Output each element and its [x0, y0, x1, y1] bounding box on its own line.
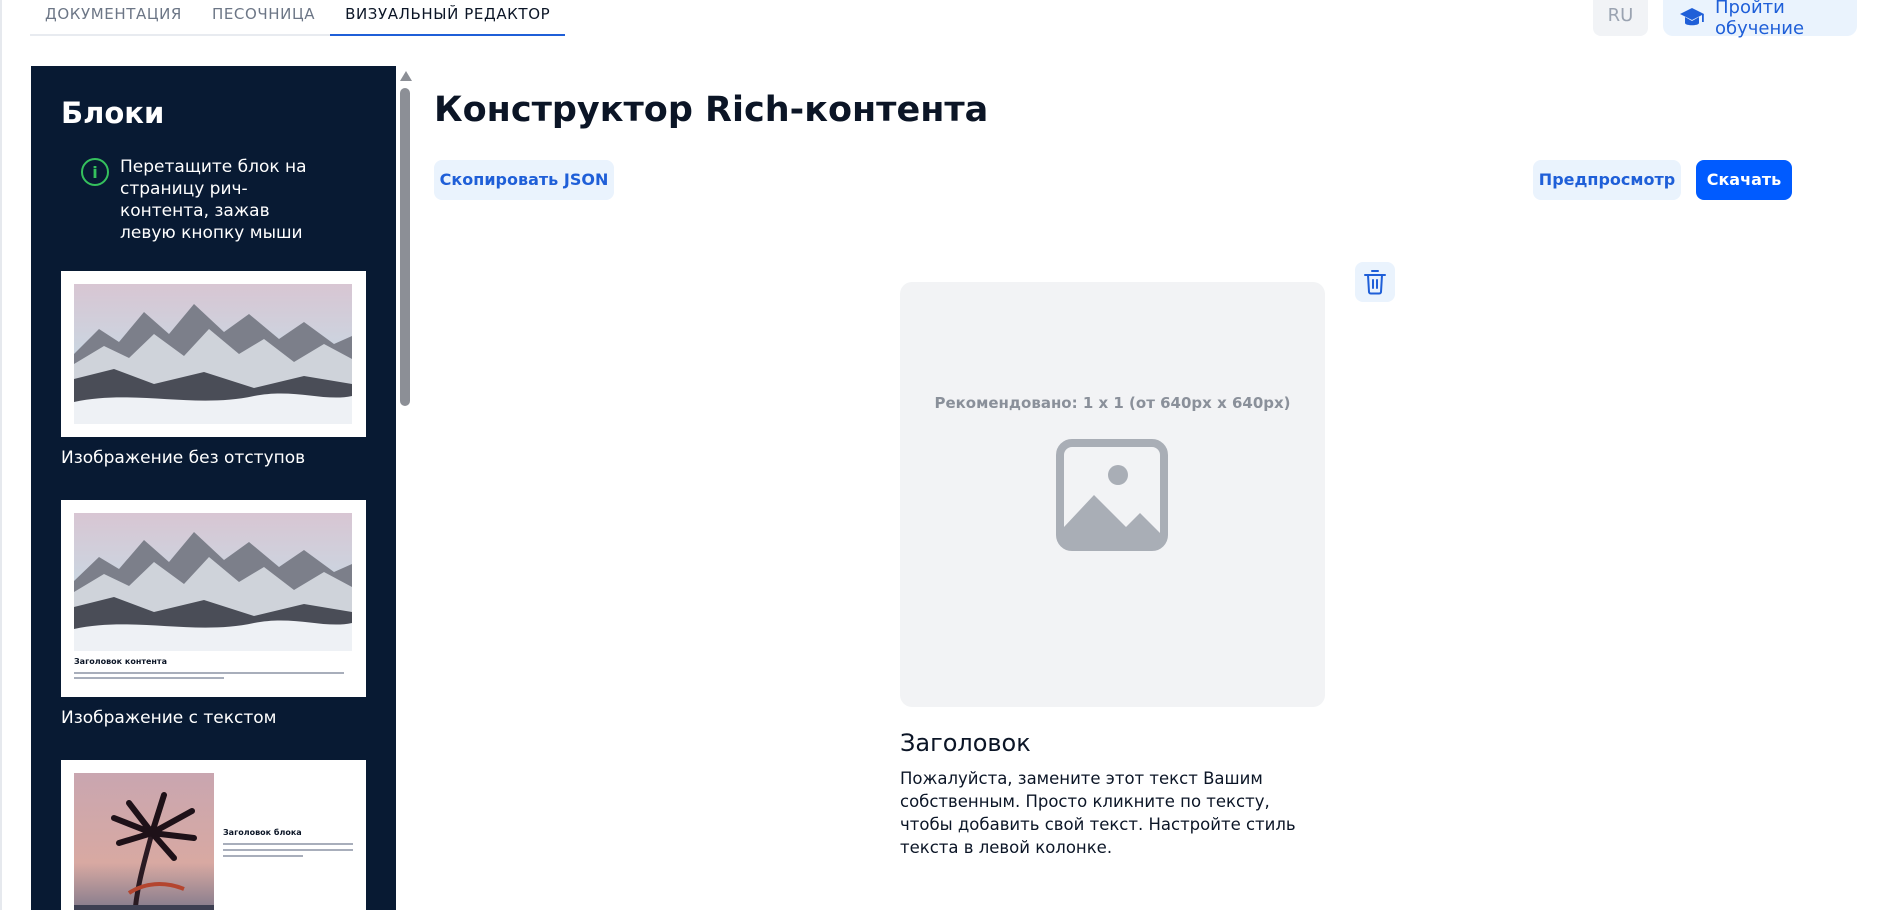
preview-block-title: Заголовок блока: [223, 828, 302, 837]
block-card-image-left-text-right[interactable]: Заголовок блока: [61, 760, 366, 910]
image-placeholder[interactable]: Рекомендовано: 1 x 1 (от 640px x 640px): [900, 282, 1325, 707]
block-body-text[interactable]: Пожалуйста, замените этот текст Вашим со…: [900, 767, 1300, 859]
tab-visual-editor[interactable]: ВИЗУАЛЬНЫЙ РЕДАКТОР: [330, 0, 566, 36]
mountain-preview-image: [74, 284, 352, 424]
left-divider: [0, 0, 2, 910]
language-switch[interactable]: RU: [1593, 0, 1648, 36]
preview-text-line: [74, 677, 224, 679]
blocks-sidebar: Блоки i Перетащите блок на страницу рич-…: [31, 66, 396, 910]
learn-button[interactable]: Пройти обучение: [1663, 0, 1857, 39]
scrollbar-thumb[interactable]: [400, 88, 410, 406]
tab-documentation[interactable]: ДОКУМЕНТАЦИЯ: [30, 0, 197, 34]
trash-icon: [1364, 270, 1386, 295]
app-page: ДОКУМЕНТАЦИЯ ПЕСОЧНИЦА ВИЗУАЛЬНЫЙ РЕДАКТ…: [0, 0, 1894, 910]
mountain-preview-image: [74, 513, 352, 651]
preview-button[interactable]: Предпросмотр: [1533, 160, 1681, 200]
image-recommendation-text: Рекомендовано: 1 x 1 (от 640px x 640px): [934, 394, 1291, 412]
graduation-cap-icon: [1680, 8, 1704, 26]
download-button[interactable]: Скачать: [1696, 160, 1792, 200]
preview-content-title: Заголовок контента: [74, 657, 167, 666]
block-card-image-with-text[interactable]: Заголовок контента: [61, 500, 366, 697]
block-label-image-with-text: Изображение с текстом: [61, 708, 277, 728]
preview-text-line: [223, 843, 353, 845]
page-title: Конструктор Rich-контента: [434, 90, 989, 130]
top-tabs: ДОКУМЕНТАЦИЯ ПЕСОЧНИЦА ВИЗУАЛЬНЫЙ РЕДАКТ…: [30, 0, 566, 36]
tab-sandbox[interactable]: ПЕСОЧНИЦА: [197, 0, 330, 34]
palm-preview-image: [74, 773, 214, 910]
block-heading[interactable]: Заголовок: [900, 729, 1031, 757]
sidebar-hint-text: Перетащите блок на страницу рич-контента…: [120, 157, 307, 243]
block-label-image-no-padding: Изображение без отступов: [61, 448, 306, 468]
sidebar-hint: i Перетащите блок на страницу рич-контен…: [81, 156, 325, 244]
delete-block-button[interactable]: [1355, 262, 1395, 302]
sidebar-title: Блоки: [61, 96, 165, 130]
image-placeholder-icon: [1056, 439, 1168, 551]
sidebar-scrollbar[interactable]: [398, 66, 412, 910]
preview-text-line: [74, 672, 344, 674]
learn-button-label: Пройти обучение: [1715, 0, 1805, 39]
block-card-image-no-padding[interactable]: [61, 271, 366, 437]
info-icon: i: [81, 158, 109, 186]
preview-text-line: [223, 849, 353, 851]
preview-text-line: [223, 855, 303, 857]
scroll-up-arrow-icon[interactable]: [400, 71, 412, 81]
copy-json-button[interactable]: Скопировать JSON: [434, 160, 614, 200]
